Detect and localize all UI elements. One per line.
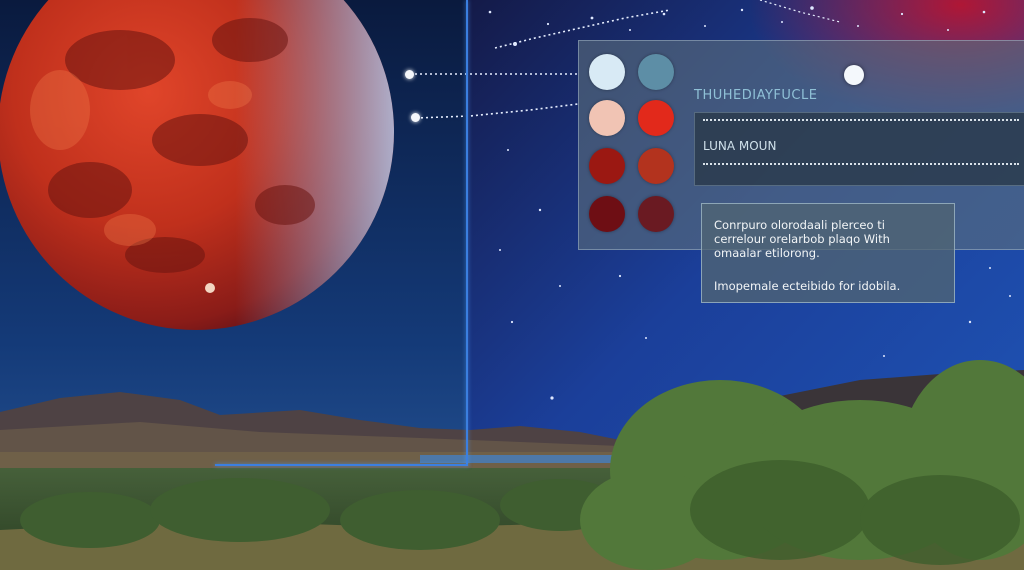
swatch-teal-blue[interactable] (638, 54, 674, 90)
guide-line-vertical (466, 0, 468, 466)
connector-pin-bottom (411, 113, 420, 122)
field-label: LUNA MOUN (703, 139, 777, 153)
info-line-3: omaalar etilorong. (714, 246, 820, 260)
swatch-bright-red[interactable] (638, 100, 674, 136)
field-dotted-line-bottom (703, 163, 1019, 165)
palette-title: THUHEDIAYFUCLE (694, 88, 818, 103)
swatch-rust-red[interactable] (638, 148, 674, 184)
info-tooltip: Conrpuro olorodaali plerceo ti cerrelour… (701, 203, 955, 303)
info-line-2: cerrelour orelarbob plaqo With (714, 232, 890, 246)
info-line-1: Conrpuro olorodaali plerceo ti (714, 218, 885, 232)
palette-text-field[interactable]: LUNA MOUN (694, 112, 1024, 186)
swatch-pale-blue[interactable] (589, 54, 625, 90)
swatch-pale-pink[interactable] (589, 100, 625, 136)
guide-line-horizontal (215, 464, 468, 466)
connector-pin-top (405, 70, 414, 79)
swatch-deep-maroon[interactable] (638, 196, 674, 232)
swatch-dark-red[interactable] (589, 148, 625, 184)
swatch-maroon[interactable] (589, 196, 625, 232)
info-line-4: Imopemale ecteibido for idobila. (714, 279, 901, 293)
field-dotted-line-top (703, 119, 1019, 121)
slider-handle[interactable] (844, 65, 864, 85)
